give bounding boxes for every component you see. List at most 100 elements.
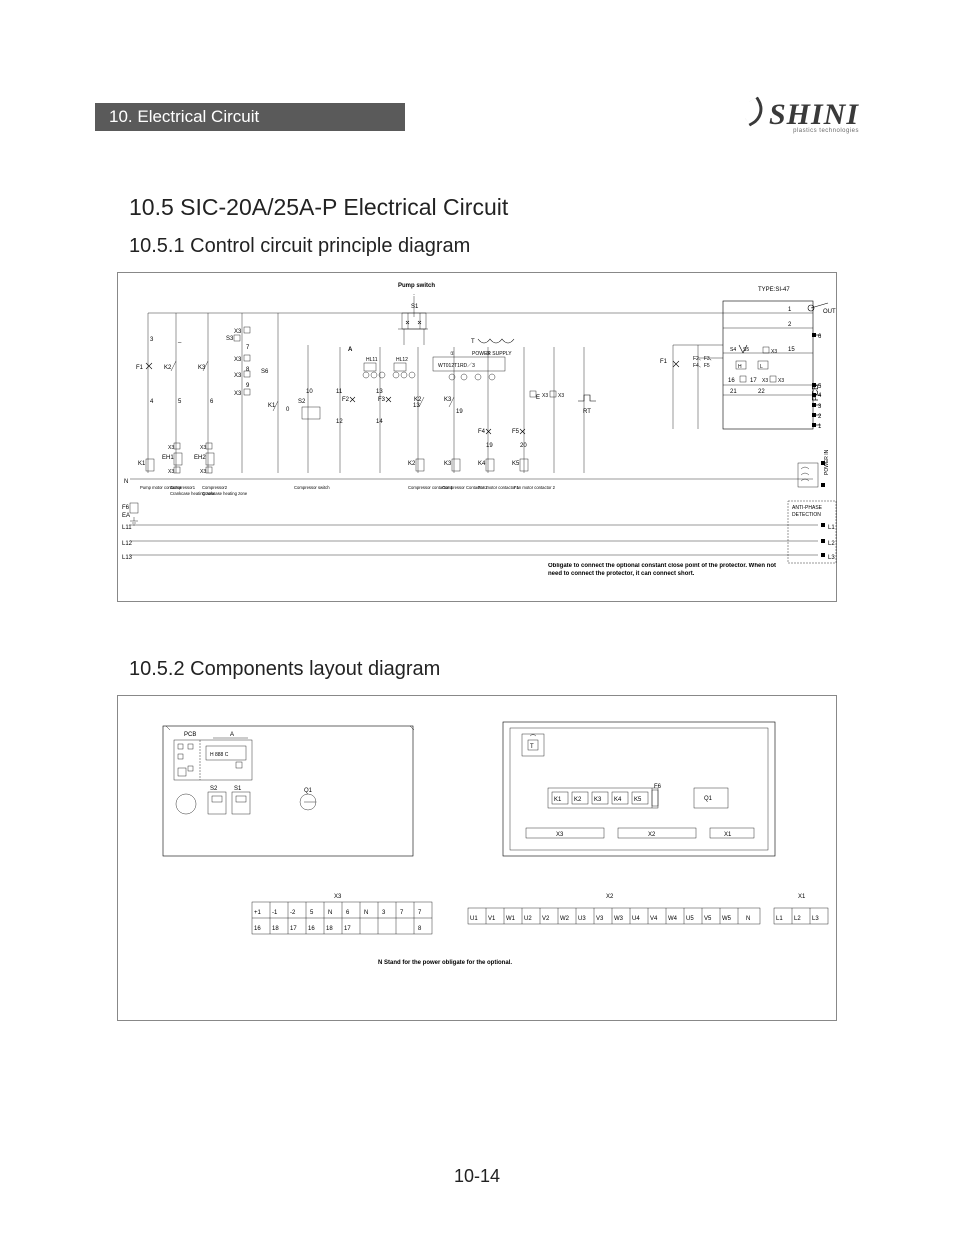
svg-text:L2: L2 [794, 916, 801, 922]
svg-text:U5: U5 [686, 916, 694, 922]
svg-text:RT: RT [583, 409, 591, 415]
svg-text:HL11: HL11 [366, 357, 378, 363]
svg-text:S5: S5 [743, 347, 749, 353]
svg-text:-1: -1 [272, 910, 278, 916]
svg-text:8: 8 [246, 367, 250, 373]
svg-text:F6: F6 [122, 505, 130, 511]
brand-logo: SHINI plastics technologies [745, 100, 859, 134]
svg-text:U1: U1 [470, 916, 478, 922]
svg-text:V5: V5 [704, 916, 712, 922]
svg-text:19: 19 [456, 409, 463, 415]
svg-text:H: H [738, 364, 742, 370]
svg-text:19: 19 [486, 443, 493, 449]
svg-text:7: 7 [418, 910, 422, 916]
svg-text:X3: X3 [168, 445, 174, 451]
svg-text:L11: L11 [122, 525, 132, 531]
svg-text:3: 3 [382, 910, 386, 916]
heading-level-3: 10.5.1 Control circuit principle diagram [129, 235, 859, 258]
svg-text:3: 3 [150, 337, 154, 343]
components-layout-diagram: PCB H 888 C A S2 S1 Q1 T K1 K2 K3 K4 K5 … [117, 695, 837, 1021]
svg-text:DETECTION: DETECTION [792, 512, 821, 518]
svg-text:8: 8 [418, 926, 422, 932]
page-number: 10-14 [0, 1166, 954, 1187]
svg-text:K3: K3 [444, 397, 452, 403]
svg-text:17: 17 [344, 926, 351, 932]
svg-text:16: 16 [308, 926, 315, 932]
svg-text:X2: X2 [648, 832, 656, 838]
svg-text:Compressor switch: Compressor switch [294, 485, 330, 490]
svg-text:F4、F5: F4、F5 [693, 363, 710, 369]
svg-text:K5: K5 [634, 797, 642, 803]
svg-text:21: 21 [730, 389, 737, 395]
svg-text:U2: U2 [524, 916, 532, 922]
svg-text:K2: K2 [574, 797, 582, 803]
svg-text:PCB: PCB [184, 732, 196, 738]
page-header: 10. Electrical Circuit SHINI plastics te… [95, 100, 859, 134]
svg-text:X3: X3 [556, 832, 564, 838]
svg-text:X1: X1 [798, 894, 806, 900]
heading-level-2: 10.5 SIC-20A/25A-P Electrical Circuit [129, 194, 859, 221]
svg-text:Fan motor contactor 2: Fan motor contactor 2 [514, 485, 556, 490]
svg-text:T: T [530, 744, 534, 750]
svg-text:F6: F6 [654, 784, 662, 790]
svg-text:-2: -2 [290, 910, 296, 916]
svg-text:2: 2 [788, 322, 792, 328]
svg-text:Q1: Q1 [704, 796, 713, 802]
svg-text:K1: K1 [138, 461, 146, 467]
svg-text:X3: X3 [334, 894, 342, 900]
svg-text:W3: W3 [614, 916, 624, 922]
svg-text:S4: S4 [730, 347, 736, 353]
svg-text:X3: X3 [234, 357, 242, 363]
logo-tagline: plastics technologies [793, 128, 859, 134]
svg-text:X3: X3 [234, 373, 242, 379]
svg-text:POWER SUPPLY: POWER SUPPLY [472, 351, 512, 357]
svg-text:L3: L3 [828, 555, 835, 561]
svg-text:N Stand for the power obligat: N Stand for the power obligate for the o… [378, 960, 512, 966]
svg-text:W1: W1 [506, 916, 516, 922]
heading-level-3: 10.5.2 Components layout diagram [129, 658, 859, 681]
svg-text:0: 0 [286, 407, 290, 413]
svg-text:Q1: Q1 [304, 788, 313, 794]
svg-text:S3: S3 [226, 336, 234, 342]
svg-text:X1: X1 [724, 832, 732, 838]
svg-text:W4: W4 [668, 916, 678, 922]
svg-text:X3: X3 [200, 445, 206, 451]
svg-text:ANTI-PHASE: ANTI-PHASE [792, 505, 823, 511]
svg-text:X3: X3 [234, 329, 242, 335]
svg-text:N: N [328, 910, 332, 916]
svg-text:E: E [536, 395, 540, 401]
svg-text:Pump switch: Pump switch [398, 283, 435, 289]
svg-text:K2: K2 [408, 461, 416, 467]
svg-text:X2: X2 [606, 894, 614, 900]
section-tab: 10. Electrical Circuit [95, 103, 405, 131]
svg-text:7: 7 [400, 910, 404, 916]
svg-text:16: 16 [254, 926, 261, 932]
x3-terminals: +1 -1 -2 5 N 6 N 3 7 7 16 18 17 16 18 17… [252, 902, 432, 934]
svg-text:K3: K3 [444, 461, 452, 467]
svg-text:A: A [230, 732, 234, 738]
svg-text:K4: K4 [478, 461, 486, 467]
logo-swoosh-icon [739, 97, 769, 127]
svg-text:N: N [124, 479, 128, 485]
svg-text:K3: K3 [198, 365, 206, 371]
svg-text:1: 1 [788, 307, 792, 313]
svg-text:14: 14 [376, 419, 383, 425]
svg-text:6: 6 [346, 910, 350, 916]
svg-text:F1: F1 [660, 359, 668, 365]
svg-text:U4: U4 [632, 916, 640, 922]
svg-text:L13: L13 [122, 555, 133, 561]
svg-text:F1: F1 [136, 365, 144, 371]
svg-text:22: 22 [758, 389, 765, 395]
svg-text:V1: V1 [488, 916, 496, 922]
svg-text:K4: K4 [614, 797, 622, 803]
svg-text:L: L [760, 364, 763, 370]
svg-text:K5: K5 [512, 461, 520, 467]
svg-text:S6: S6 [261, 369, 269, 375]
svg-text:13: 13 [376, 389, 383, 395]
svg-text:K1: K1 [554, 797, 562, 803]
svg-text:S1: S1 [411, 304, 419, 310]
svg-text:HL12: HL12 [396, 357, 408, 363]
svg-text:17: 17 [750, 378, 757, 384]
svg-text:X3: X3 [762, 378, 768, 384]
svg-text:OUT: OUT [823, 309, 836, 315]
